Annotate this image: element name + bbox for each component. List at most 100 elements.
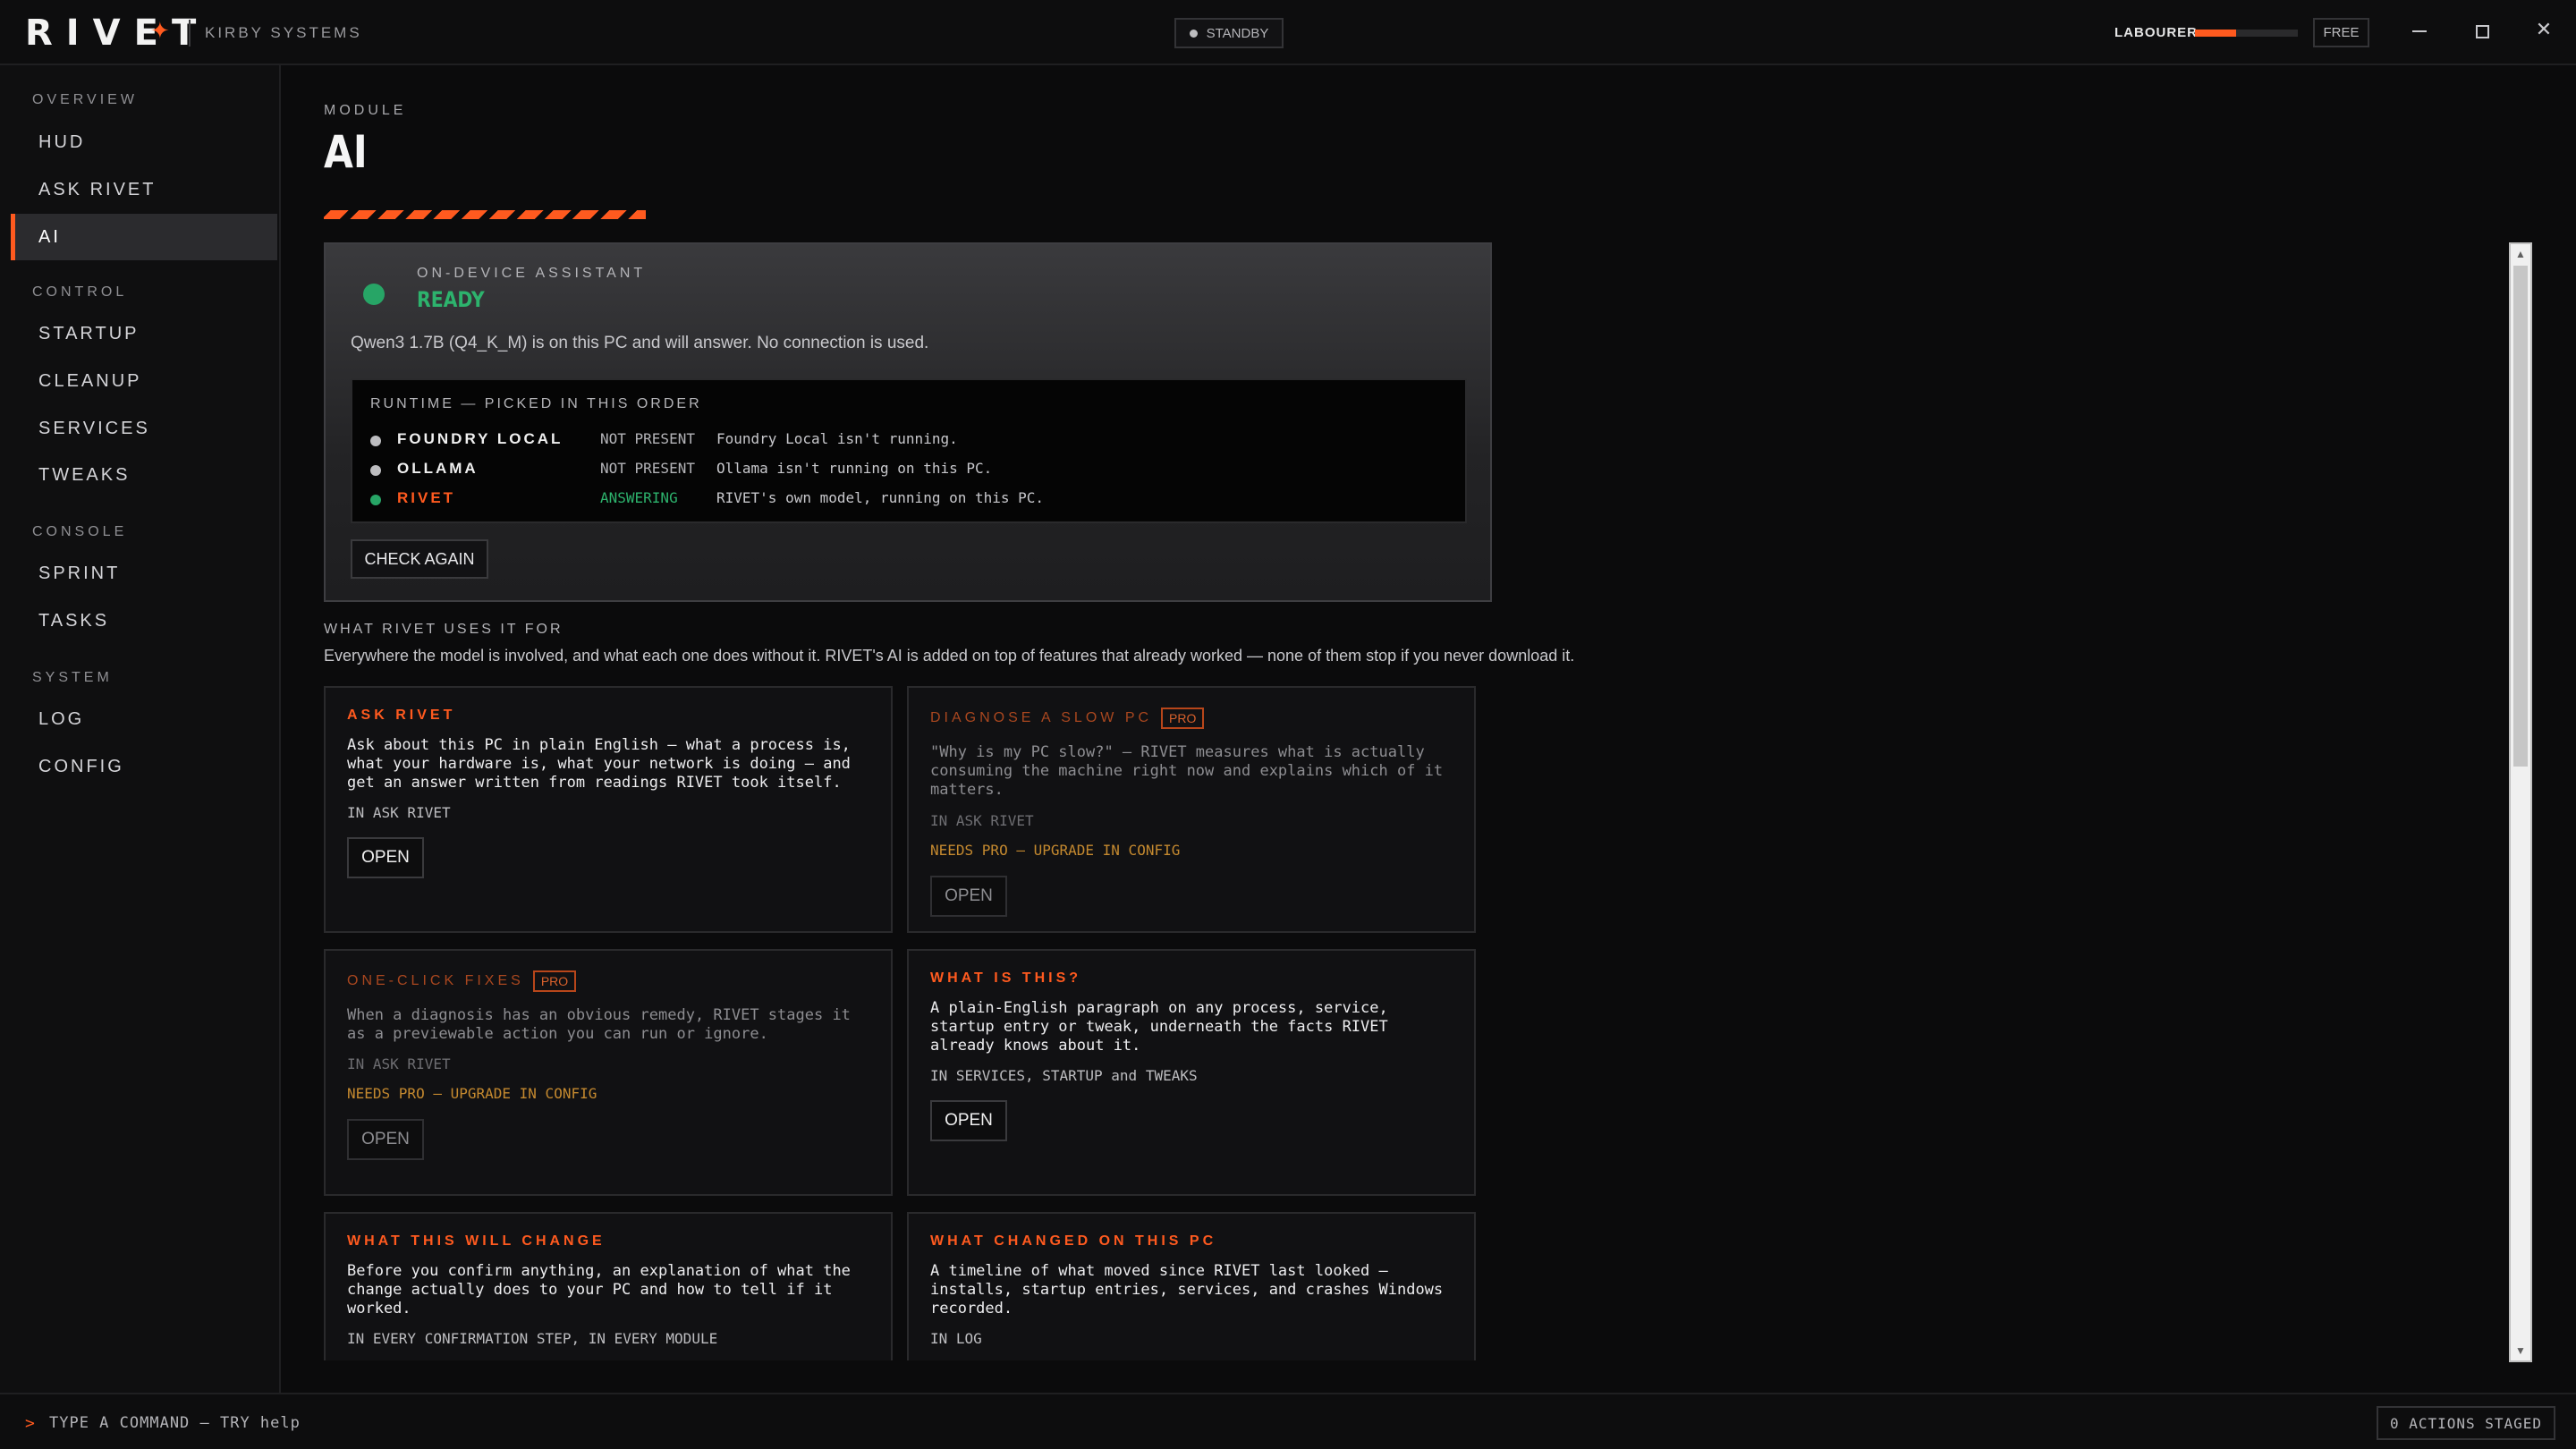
minimize-button[interactable] bbox=[2406, 18, 2433, 45]
scroll-up-icon[interactable]: ▲ bbox=[2511, 244, 2530, 264]
profile-label: LABOURER bbox=[2114, 25, 2198, 40]
card-needs-pro[interactable]: NEEDS PRO — UPGRADE IN CONFIG bbox=[930, 842, 1180, 859]
command-bar: > TYPE A COMMAND — TRY help 0 ACTIONS ST… bbox=[0, 1393, 2576, 1449]
pro-badge: PRO bbox=[532, 970, 577, 992]
sidebar-item-log[interactable]: LOG bbox=[11, 696, 277, 742]
runtime-status-icon bbox=[370, 495, 381, 505]
runtime-name: RIVET bbox=[397, 489, 456, 506]
card-body: "Why is my PC slow?" — RIVET measures wh… bbox=[930, 743, 1444, 799]
sidebar-item-config[interactable]: CONFIG bbox=[11, 743, 277, 790]
card-title-text: ASK RIVET bbox=[347, 708, 456, 723]
profile-meter bbox=[2195, 30, 2298, 37]
sidebar-item-startup[interactable]: STARTUP bbox=[11, 310, 277, 357]
main-scrollbar[interactable]: ▲ ▼ bbox=[2509, 242, 2532, 1362]
open-button[interactable]: OPEN bbox=[347, 1119, 424, 1160]
sidebar-section-console: CONSOLE bbox=[32, 524, 128, 539]
card-title-text: WHAT CHANGED ON THIS PC bbox=[930, 1233, 1217, 1249]
card-location: IN ASK RIVET bbox=[347, 804, 451, 821]
sidebar-section-system: SYSTEM bbox=[32, 670, 113, 685]
feature-card-one-click-fixes: ONE-CLICK FIXES PRO When a diagnosis has… bbox=[324, 949, 893, 1196]
runtime-state: ANSWERING bbox=[600, 489, 678, 506]
assistant-label: ON-DEVICE ASSISTANT bbox=[417, 266, 647, 281]
card-body: A timeline of what moved since RIVET las… bbox=[930, 1262, 1444, 1318]
title-bar: RIVET ✦ KIRBY SYSTEMS STANDBY LABOURER F… bbox=[0, 0, 2576, 65]
sidebar-item-tweaks[interactable]: TWEAKS bbox=[11, 452, 277, 498]
card-needs-pro[interactable]: NEEDS PRO — UPGRADE IN CONFIG bbox=[347, 1085, 597, 1102]
uses-section-label: WHAT RIVET USES IT FOR bbox=[324, 622, 564, 637]
open-button[interactable]: OPEN bbox=[347, 837, 424, 878]
card-title-text: DIAGNOSE A SLOW PC bbox=[930, 710, 1153, 725]
runtime-state: NOT PRESENT bbox=[600, 460, 695, 477]
sidebar-item-ai[interactable]: AI bbox=[11, 214, 277, 260]
scroll-area: ON-DEVICE ASSISTANT READY Qwen3 1.7B (Q4… bbox=[324, 242, 2479, 1360]
card-location: IN SERVICES, STARTUP and TWEAKS bbox=[930, 1067, 1198, 1084]
runtime-status-icon bbox=[370, 436, 381, 446]
spark-icon: ✦ bbox=[150, 18, 170, 45]
card-body: Ask about this PC in plain English — wha… bbox=[347, 736, 851, 792]
assistant-status-panel: ON-DEVICE ASSISTANT READY Qwen3 1.7B (Q4… bbox=[324, 242, 1492, 602]
assistant-state: READY bbox=[417, 287, 485, 312]
scrollbar-thumb[interactable] bbox=[2513, 266, 2528, 767]
open-button[interactable]: OPEN bbox=[930, 876, 1007, 917]
sidebar-section-control: CONTROL bbox=[32, 284, 128, 300]
tier-badge[interactable]: FREE bbox=[2313, 18, 2369, 47]
card-location: IN LOG bbox=[930, 1330, 982, 1347]
runtime-status-icon bbox=[370, 465, 381, 476]
sidebar-section-overview: OVERVIEW bbox=[32, 92, 138, 107]
feature-card-what-is-this: WHAT IS THIS? A plain-English paragraph … bbox=[907, 949, 1476, 1196]
status-dot-icon bbox=[1189, 29, 1198, 38]
feature-card-what-this-will-change: WHAT THIS WILL CHANGE Before you confirm… bbox=[324, 1212, 893, 1360]
card-title: WHAT IS THIS? bbox=[930, 970, 1081, 987]
card-location: IN EVERY CONFIRMATION STEP, IN EVERY MOD… bbox=[347, 1330, 718, 1347]
runtime-row: OLLAMA NOT PRESENT Ollama isn't running … bbox=[370, 460, 1444, 479]
command-input[interactable]: TYPE A COMMAND — TRY help bbox=[49, 1414, 301, 1432]
runtime-row: FOUNDRY LOCAL NOT PRESENT Foundry Local … bbox=[370, 430, 1444, 450]
status-indicator[interactable]: STANDBY bbox=[1174, 18, 1284, 48]
card-title-text: WHAT IS THIS? bbox=[930, 970, 1082, 986]
runtime-note: Foundry Local isn't running. bbox=[716, 430, 958, 447]
sidebar-item-sprint[interactable]: SPRINT bbox=[11, 550, 277, 597]
close-icon: ✕ bbox=[2535, 18, 2553, 40]
card-title: WHAT THIS WILL CHANGE bbox=[347, 1233, 606, 1250]
page-title: AI bbox=[324, 126, 368, 178]
assistant-description: Qwen3 1.7B (Q4_K_M) is on this PC and wi… bbox=[351, 334, 929, 352]
maximize-icon bbox=[2475, 24, 2489, 38]
sidebar-item-services[interactable]: SERVICES bbox=[11, 405, 277, 452]
card-location: IN ASK RIVET bbox=[930, 812, 1034, 829]
actions-staged-badge[interactable]: 0 ACTIONS STAGED bbox=[2377, 1406, 2555, 1440]
card-title-text: ONE-CLICK FIXES bbox=[347, 973, 524, 988]
minimize-icon bbox=[2412, 30, 2427, 32]
open-button[interactable]: OPEN bbox=[930, 1100, 1007, 1141]
sidebar-item-tasks[interactable]: TASKS bbox=[11, 597, 277, 644]
main-content: MODULE AI ON-DEVICE ASSISTANT READY Qwen… bbox=[283, 67, 2576, 1393]
runtime-note: RIVET's own model, running on this PC. bbox=[716, 489, 1045, 506]
card-body: A plain-English paragraph on any process… bbox=[930, 999, 1388, 1055]
card-title: WHAT CHANGED ON THIS PC bbox=[930, 1233, 1216, 1250]
status-label: STANDBY bbox=[1206, 25, 1269, 41]
scroll-down-icon[interactable]: ▼ bbox=[2511, 1341, 2530, 1360]
runtime-title: RUNTIME — PICKED IN THIS ORDER bbox=[370, 396, 702, 411]
runtime-note: Ollama isn't running on this PC. bbox=[716, 460, 993, 477]
sidebar-item-ask-rivet[interactable]: ASK RIVET bbox=[11, 166, 277, 213]
title-divider bbox=[189, 20, 191, 47]
ready-status-icon bbox=[363, 284, 385, 305]
runtime-name: FOUNDRY LOCAL bbox=[397, 430, 564, 447]
maximize-button[interactable] bbox=[2469, 18, 2496, 45]
card-title: DIAGNOSE A SLOW PC PRO bbox=[930, 708, 1205, 729]
card-body: Before you confirm anything, an explanat… bbox=[347, 1262, 851, 1318]
runtime-list: RUNTIME — PICKED IN THIS ORDER FOUNDRY L… bbox=[351, 378, 1467, 523]
runtime-state: NOT PRESENT bbox=[600, 430, 695, 447]
runtime-name: OLLAMA bbox=[397, 460, 479, 477]
prompt-chevron-icon: > bbox=[25, 1414, 35, 1433]
hazard-stripe bbox=[324, 210, 646, 219]
close-button[interactable]: ✕ bbox=[2530, 16, 2557, 43]
uses-section-description: Everywhere the model is involved, and wh… bbox=[324, 647, 1575, 665]
card-title: ONE-CLICK FIXES PRO bbox=[347, 970, 577, 992]
sidebar-item-cleanup[interactable]: CLEANUP bbox=[11, 358, 277, 404]
check-again-button[interactable]: CHECK AGAIN bbox=[351, 539, 488, 579]
card-body: When a diagnosis has an obvious remedy, … bbox=[347, 1006, 851, 1043]
pro-badge: PRO bbox=[1161, 708, 1205, 729]
sidebar-item-hud[interactable]: HUD bbox=[11, 119, 277, 165]
profile-meter-fill bbox=[2195, 30, 2236, 37]
feature-card-what-changed: WHAT CHANGED ON THIS PC A timeline of wh… bbox=[907, 1212, 1476, 1360]
